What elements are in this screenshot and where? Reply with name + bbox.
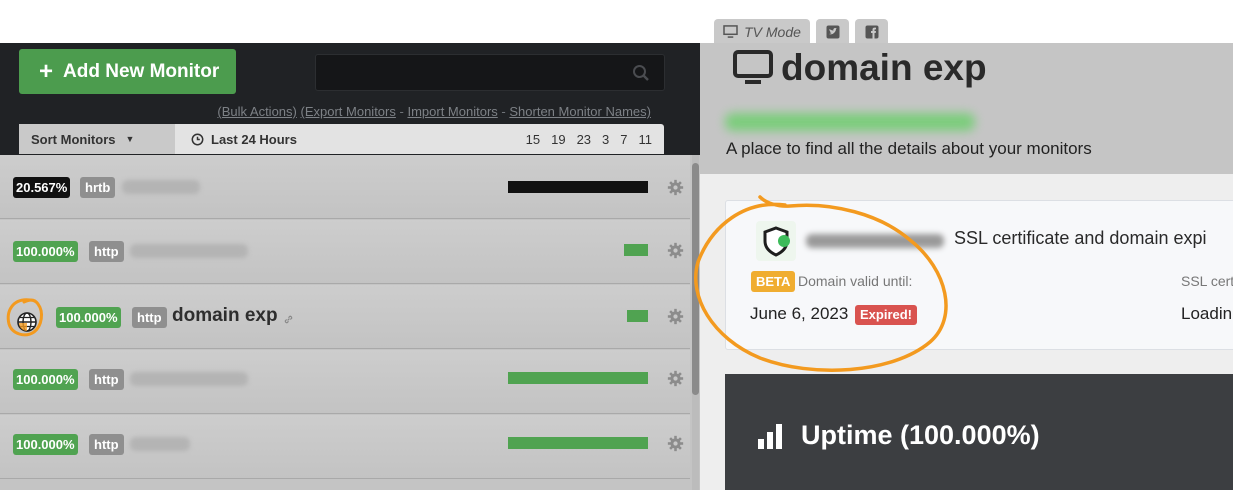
- ssl-card-title: SSL certificate and domain expi: [954, 228, 1207, 248]
- type-badge: http: [89, 369, 124, 390]
- blurred-monitor-name: [130, 437, 190, 451]
- hour-tick: 3: [602, 131, 610, 147]
- bulk-actions-link[interactable]: (Bulk Actions): [217, 104, 296, 119]
- gear-icon[interactable]: [667, 435, 684, 452]
- uptime-heading-text: Uptime (100.000%): [801, 420, 1040, 450]
- plus-icon: +: [39, 57, 54, 85]
- caret-down-icon: ▼: [125, 134, 135, 144]
- hour-tick: 11: [638, 131, 653, 147]
- monitor-list-panel: + Add New Monitor (Bulk Actions) (Export…: [0, 43, 700, 490]
- uptime-bar: [508, 437, 648, 449]
- domain-valid-label: Domain valid until:: [798, 273, 913, 289]
- monitor-row[interactable]: 100.000% http: [0, 220, 690, 284]
- add-new-monitor-button[interactable]: + Add New Monitor: [19, 49, 236, 94]
- type-badge: http: [132, 307, 167, 328]
- uptime-card: Uptime (100.000%): [725, 374, 1233, 490]
- gear-icon[interactable]: [667, 179, 684, 196]
- hour-tick: 15: [525, 131, 541, 147]
- blurred-hostname: [806, 234, 944, 248]
- tv-mode-tab[interactable]: TV Mode: [714, 19, 810, 44]
- page-subtitle: A place to find all the details about yo…: [726, 139, 1092, 158]
- add-new-monitor-label: Add New Monitor: [63, 60, 220, 82]
- page-title-text: domain exp: [781, 47, 987, 88]
- blurred-monitor-name: [122, 180, 200, 194]
- type-badge: http: [89, 241, 124, 262]
- bulk-links: (Bulk Actions) (Export Monitors - Import…: [217, 104, 651, 119]
- monitor-row[interactable]: 100.000% http: [0, 415, 690, 479]
- share-tabs: TV Mode: [714, 19, 894, 44]
- beta-badge: BETA: [751, 271, 796, 292]
- shield-icon: [756, 221, 796, 261]
- monitor-list: 20.567% hrtb 100.000% http 100.000% http…: [0, 155, 700, 490]
- hour-tick: 7: [620, 131, 628, 147]
- uptime-badge: 100.000%: [56, 307, 121, 328]
- gear-icon[interactable]: [667, 308, 684, 325]
- link-icon[interactable]: [283, 314, 294, 325]
- tv-mode-label: TV Mode: [744, 23, 801, 40]
- clock-icon: [191, 133, 204, 145]
- hour-tick: 19: [551, 131, 566, 147]
- blurred-monitor-name: [130, 372, 248, 386]
- period-label: Last 24 Hours: [211, 131, 297, 147]
- sort-monitors-label: Sort Monitors: [31, 131, 116, 147]
- blurred-monitor-url: [725, 113, 975, 131]
- uptime-badge: 20.567%: [13, 177, 71, 198]
- ssl-domain-card: SSL certificate and domain expi BETA Dom…: [725, 200, 1233, 350]
- scrollbar[interactable]: [692, 155, 699, 490]
- uptime-bar: [508, 181, 648, 193]
- monitor-icon: [733, 50, 773, 84]
- monitor-row[interactable]: 20.567% hrtb: [0, 155, 690, 219]
- ssl-cert-label: SSL cert: [1181, 273, 1233, 289]
- gear-icon[interactable]: [667, 242, 684, 259]
- tv-icon: [723, 25, 738, 38]
- expired-badge: Expired!: [855, 305, 918, 325]
- monitor-row[interactable]: 100.000% http: [0, 350, 690, 414]
- sort-bar: Sort Monitors ▼ Last 24 Hours 15 19 23 3…: [19, 124, 664, 154]
- uptime-bar: [627, 310, 648, 322]
- gear-icon[interactable]: [667, 370, 684, 387]
- monitor-name[interactable]: domain exp: [172, 305, 278, 327]
- bar-chart-icon: [758, 423, 782, 449]
- scrollbar-thumb[interactable]: [692, 163, 699, 395]
- type-badge: http: [89, 434, 124, 455]
- globe-icon[interactable]: [16, 311, 38, 333]
- facebook-tab[interactable]: [855, 19, 888, 44]
- uptime-bar: [624, 244, 648, 256]
- monitor-detail-header: domain exp A place to find all the detai…: [700, 43, 1233, 174]
- uptime-bar: [508, 372, 648, 384]
- facebook-icon: [865, 25, 878, 38]
- hour-tick: 23: [576, 131, 592, 147]
- monitor-detail-body: SSL certificate and domain expi BETA Dom…: [700, 174, 1233, 490]
- monitor-row[interactable]: 100.000% http domain exp: [0, 285, 690, 349]
- uptime-badge: 100.000%: [13, 369, 78, 390]
- uptime-badge: 100.000%: [13, 241, 78, 262]
- export-monitors-link[interactable]: (Export Monitors: [301, 104, 396, 119]
- period-selector[interactable]: Last 24 Hours: [191, 124, 297, 154]
- uptime-badge: 100.000%: [13, 434, 78, 455]
- search-icon: [633, 65, 649, 81]
- type-badge: hrtb: [80, 177, 116, 198]
- search-input[interactable]: [315, 54, 665, 91]
- import-monitors-link[interactable]: Import Monitors: [407, 104, 497, 119]
- twitter-icon: [826, 25, 839, 38]
- domain-valid-date: June 6, 2023: [750, 304, 849, 323]
- page-title: domain exp: [733, 47, 987, 89]
- twitter-tab[interactable]: [816, 19, 849, 44]
- hour-ticks: 15 19 23 3 7 11: [515, 124, 652, 154]
- shorten-monitor-names-link[interactable]: Shorten Monitor Names): [509, 104, 651, 119]
- blurred-monitor-name: [130, 244, 248, 258]
- screenshot-root: + Add New Monitor (Bulk Actions) (Export…: [0, 0, 1233, 490]
- ssl-loading-text: Loadin: [1181, 304, 1233, 323]
- uptime-heading: Uptime (100.000%): [757, 420, 1040, 451]
- sort-monitors-button[interactable]: Sort Monitors ▼: [19, 124, 175, 154]
